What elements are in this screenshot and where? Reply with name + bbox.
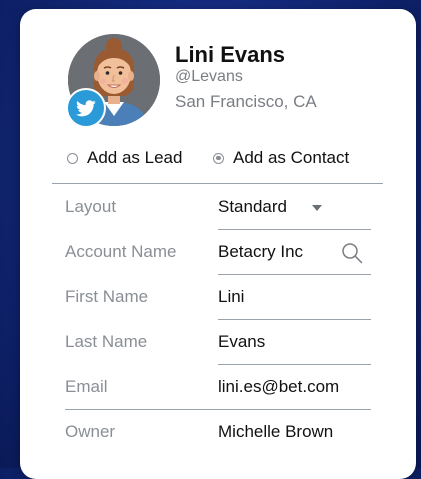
last-name-input[interactable]: Evans [218,332,265,352]
owner-label: Owner [65,422,116,441]
contact-location: San Francisco, CA [175,92,317,111]
account-name-label: Account Name [65,242,177,261]
account-name-input[interactable]: Betacry Inc [218,242,303,262]
first-name-input[interactable]: Lini [218,287,244,307]
caret-down-icon[interactable] [312,205,322,211]
layout-field[interactable]: Layout Standard [65,185,371,230]
owner-field[interactable]: Owner Michelle Brown [65,410,371,455]
search-icon[interactable] [341,242,363,264]
contact-card: Lini Evans @Levans San Francisco, CA Add… [20,9,416,479]
twitter-handle: @Levans [175,68,243,85]
radio-checked-icon[interactable] [213,152,224,164]
email-label: Email [65,377,108,396]
layout-label: Layout [65,197,117,216]
email-input[interactable]: lini.es@bet.com [218,377,339,397]
last-name-label: Last Name [65,332,148,351]
first-name-field[interactable]: First Name Lini [65,275,371,320]
twitter-bird-icon [76,99,96,116]
add-as-lead-radio[interactable]: Add as Lead [67,148,182,168]
add-as-lead-label: Add as Lead [87,148,183,167]
last-name-field[interactable]: Last Name Evans [65,320,371,365]
layout-select[interactable]: Standard [218,197,287,217]
radio-unchecked-icon[interactable] [67,152,78,164]
twitter-badge[interactable] [66,88,106,128]
section-divider [52,183,383,184]
contact-name: Lini Evans [175,42,286,67]
owner-input[interactable]: Michelle Brown [218,422,333,442]
email-field[interactable]: Email lini.es@bet.com [65,365,371,410]
account-name-field[interactable]: Account Name Betacry Inc [65,230,371,275]
add-as-contact-label: Add as Contact [233,148,350,167]
add-as-contact-radio[interactable]: Add as Contact [213,148,349,168]
first-name-label: First Name [65,287,149,306]
